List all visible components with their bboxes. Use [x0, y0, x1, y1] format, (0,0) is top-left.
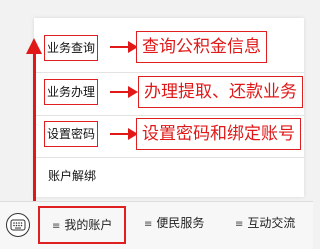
menu-item-business-handle[interactable]: 业务办理: [44, 79, 99, 105]
tab-label: 便民服务: [156, 216, 205, 230]
tab-interaction[interactable]: ≡ 互动交流: [235, 206, 295, 240]
divider: [34, 157, 304, 158]
vertical-arrow-line: [33, 52, 36, 202]
annotation-query: 查询公积金信息: [136, 31, 267, 63]
menu-icon: ≡: [52, 221, 61, 232]
arrow-up-icon: [26, 38, 42, 54]
tab-convenience-services[interactable]: ≡ 便民服务: [144, 206, 204, 240]
menu-icon: ≡: [235, 219, 244, 230]
menu-item-set-password[interactable]: 设置密码: [44, 121, 99, 147]
menu-icon: ≡: [144, 219, 153, 230]
keyboard-icon: [10, 219, 26, 231]
arrow-right-icon: [128, 86, 138, 98]
menu-item-business-query[interactable]: 业务查询: [44, 35, 99, 61]
annotation-handle: 办理提取、还款业务: [138, 76, 303, 108]
tab-label: 我的账户: [64, 218, 113, 232]
divider: [34, 115, 304, 116]
tab-my-account[interactable]: ≡ 我的账户: [38, 206, 127, 244]
tab-label: 互动交流: [247, 216, 296, 230]
divider: [34, 72, 304, 73]
menu-item-unbind-account[interactable]: 账户解绑: [48, 164, 96, 188]
annotation-password: 设置密码和绑定账号: [136, 118, 301, 150]
keyboard-toggle-button[interactable]: [6, 213, 30, 237]
